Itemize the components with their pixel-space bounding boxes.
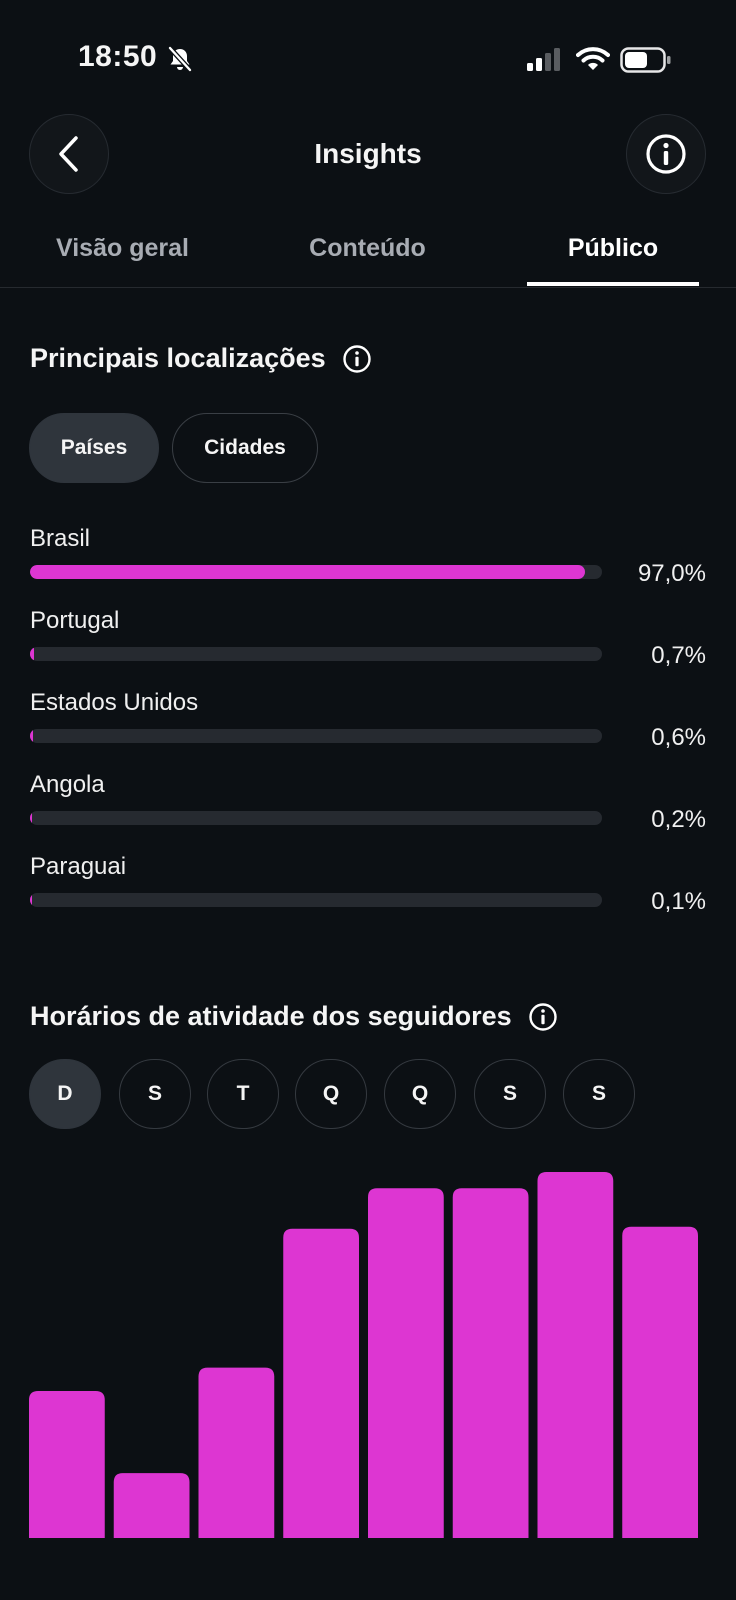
activity-bar — [622, 1226, 698, 1538]
day-chip-thursday[interactable]: Q — [384, 1059, 456, 1129]
location-bar-track — [30, 647, 602, 661]
battery-icon — [620, 47, 671, 73]
cellular-signal-icon — [527, 48, 560, 71]
location-row: Portugal 0,7% — [30, 607, 706, 689]
activity-bar — [368, 1188, 444, 1538]
info-icon — [646, 134, 686, 174]
day-chip-sunday[interactable]: D — [29, 1059, 101, 1129]
location-row: Brasil 97,0% — [30, 525, 706, 607]
location-name: Brasil — [30, 525, 91, 552]
info-icon[interactable] — [342, 344, 372, 374]
location-bar-track — [30, 565, 602, 579]
location-name: Paraguai — [30, 853, 127, 880]
day-chip-friday[interactable]: S — [474, 1059, 546, 1129]
status-bar: 18:50 — [0, 0, 736, 120]
status-time: 18:50 — [78, 40, 158, 73]
activity-bar — [113, 1473, 190, 1538]
activity-bar — [283, 1228, 359, 1538]
location-percentage: 0,7% — [651, 642, 706, 669]
filter-cities-chip[interactable]: Cidades — [172, 413, 318, 483]
location-percentage: 97,0% — [637, 560, 706, 587]
day-chip-saturday[interactable]: S — [563, 1059, 635, 1129]
location-percentage: 0,2% — [651, 806, 706, 833]
activity-section-title: Horários de atividade dos seguidores — [30, 1001, 558, 1032]
activity-bar — [198, 1367, 275, 1538]
day-chip-tuesday[interactable]: T — [207, 1059, 279, 1129]
activity-bar — [452, 1188, 529, 1538]
locations-title: Principais localizações — [30, 343, 326, 373]
location-bar-fill — [30, 647, 34, 661]
active-tab-indicator — [527, 282, 699, 286]
activity-bar — [537, 1172, 614, 1538]
bell-muted-icon — [168, 46, 192, 72]
day-chip-monday[interactable]: S — [119, 1059, 191, 1129]
location-bar-fill — [30, 811, 33, 825]
location-bar-fill — [30, 565, 585, 579]
location-name: Angola — [30, 771, 105, 798]
location-bar-fill — [30, 893, 33, 907]
location-name: Portugal — [30, 607, 120, 634]
tab-content[interactable]: Conteúdo — [245, 234, 490, 263]
location-bar-fill — [30, 729, 34, 743]
day-chip-wednesday[interactable]: Q — [295, 1059, 367, 1129]
activity-bar-chart — [29, 1172, 698, 1538]
location-row: Angola 0,2% — [30, 771, 706, 853]
tab-bar: Visão geral Conteúdo Público — [0, 220, 736, 288]
activity-bar — [29, 1390, 105, 1538]
location-name: Estados Unidos — [30, 689, 199, 716]
location-bar-track — [30, 811, 602, 825]
tab-audience[interactable]: Público — [490, 234, 736, 263]
activity-title: Horários de atividade dos seguidores — [30, 1001, 512, 1031]
location-row: Estados Unidos 0,6% — [30, 689, 706, 771]
filter-countries-chip[interactable]: Países — [29, 413, 159, 483]
location-bar-track — [30, 893, 602, 907]
location-row: Paraguai 0,1% — [30, 853, 706, 935]
location-bar-track — [30, 729, 602, 743]
info-icon[interactable] — [528, 1002, 558, 1032]
locations-section-title: Principais localizações — [30, 343, 372, 374]
location-percentage: 0,6% — [651, 724, 706, 751]
tab-overview[interactable]: Visão geral — [0, 234, 245, 263]
info-button[interactable] — [626, 114, 706, 194]
wifi-icon — [576, 47, 610, 70]
location-percentage: 0,1% — [651, 888, 706, 915]
